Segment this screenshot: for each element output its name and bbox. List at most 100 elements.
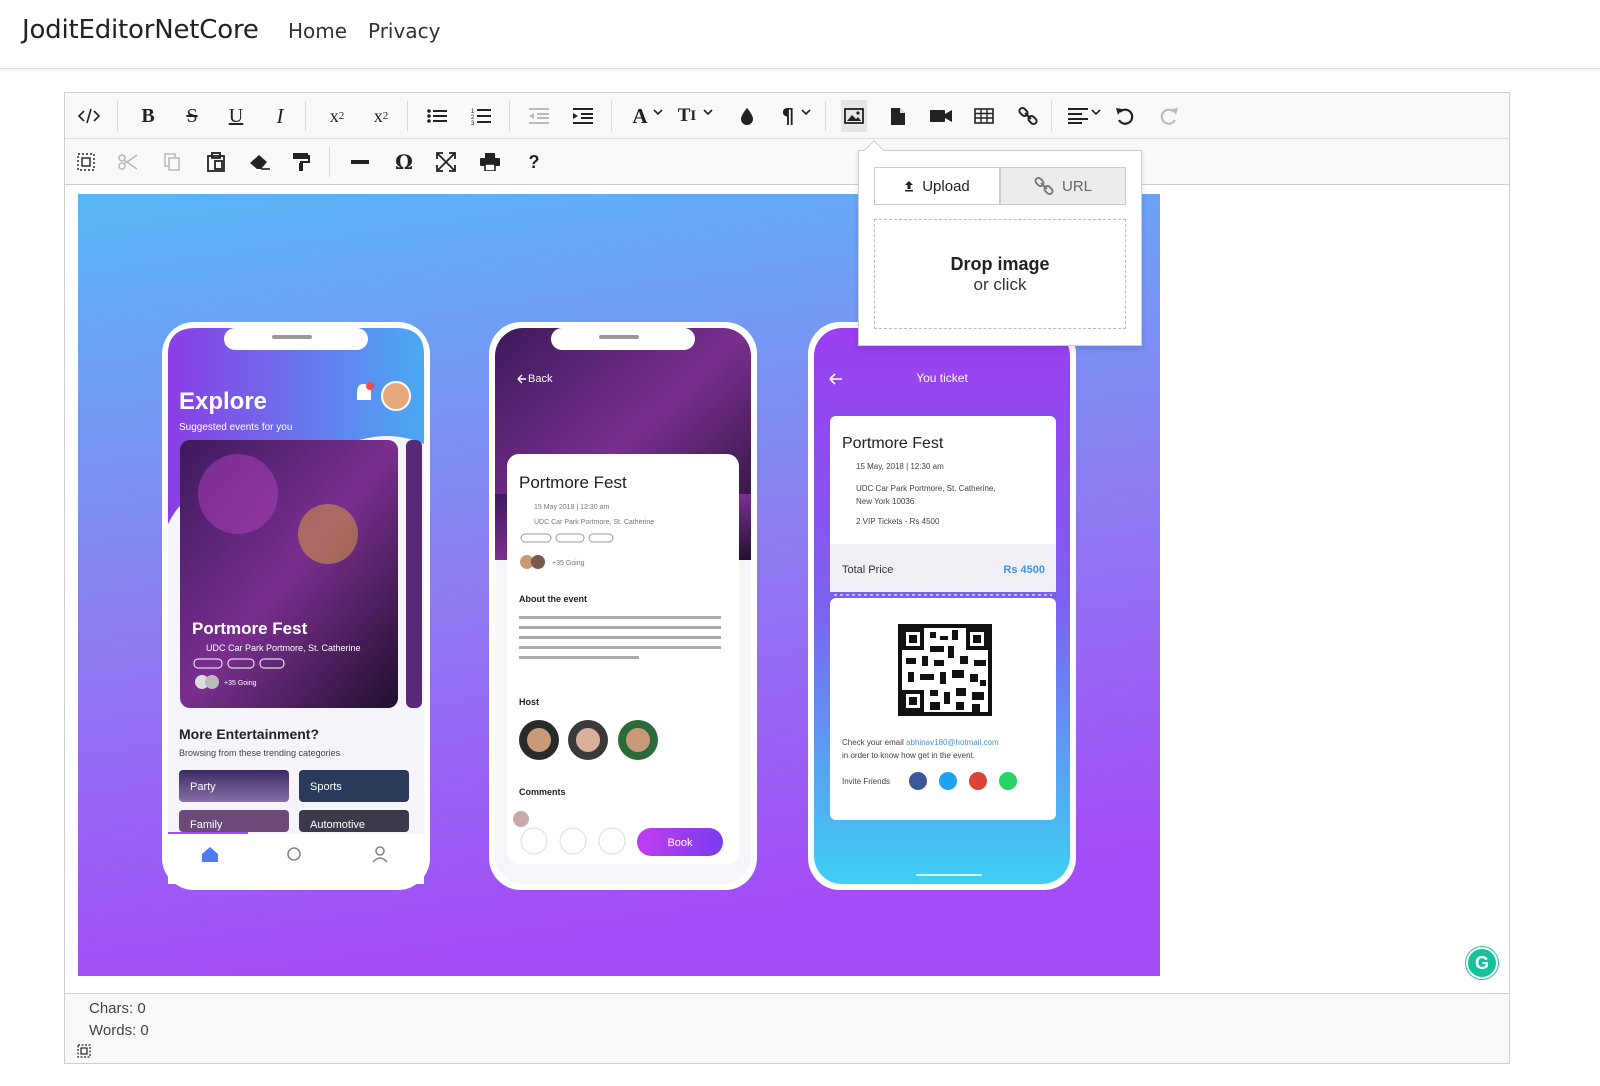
upload-icon [905,181,914,192]
image-insert-popup: Upload URL Drop image or click [858,140,1142,346]
chevron-down-icon[interactable] [653,107,663,117]
words-counter: Words: 0 [89,1022,149,1039]
outdent-icon[interactable] [527,100,551,132]
phone2-date: 15 May 2018 | 12:30 am [534,504,610,511]
brush-icon[interactable] [737,100,757,132]
chars-counter: Chars: 0 [89,1000,146,1017]
paste-icon[interactable] [205,146,227,178]
redo-icon[interactable] [1157,100,1181,132]
phone-ticket: You ticket Portmore Fest 15 May, 2018 | … [808,322,1076,890]
editor-statusbar: Chars: 0 Words: 0 [65,993,1509,1063]
top-navbar: JoditEditorNetCore Home Privacy [0,0,1600,69]
tab-upload[interactable]: Upload [874,167,1000,205]
phone3-address2: New York 10036 [856,497,915,506]
paragraph-icon[interactable]: ¶ [777,100,799,132]
category-automotive: Automotive [310,819,365,831]
facebook-icon [909,772,927,790]
video-icon[interactable] [929,100,953,132]
ordered-list-icon[interactable]: 123 [469,100,493,132]
font-size-icon[interactable]: TI [673,100,701,132]
category-party: Party [190,781,216,793]
nav-home-link[interactable]: Home [288,19,347,43]
phone2-going: +35 Going [552,560,585,567]
chevron-down-icon[interactable] [1091,107,1101,117]
category-sports: Sports [310,781,342,793]
phone1-section: More Entertainment? [179,726,319,742]
select-all-icon[interactable] [75,146,97,178]
phone2-host: Host [519,697,539,707]
tab-url-label: URL [1061,177,1092,195]
unordered-list-icon[interactable] [425,100,449,132]
bold-icon[interactable]: B [135,100,161,132]
phone3-invite: Invite Friends [842,777,890,786]
tab-upload-label: Upload [922,177,970,195]
phone2-event: Portmore Fest [519,473,627,492]
qr-code [898,624,992,716]
phone3-date: 15 May, 2018 | 12:30 am [856,462,944,471]
tab-url[interactable]: URL [1000,167,1126,205]
phone3-total-label: Total Price [842,564,893,576]
editor-content[interactable]: Explore Suggested events for you Portmor… [65,185,1509,985]
source-icon[interactable] [75,100,103,132]
link-icon[interactable] [1017,100,1039,132]
fullsize-icon[interactable] [435,146,457,178]
phone3-email-text: Check your email abhinav180@hotmail.com [842,738,999,747]
phone3-event: Portmore Fest [842,435,944,452]
underline-icon[interactable]: U [223,100,249,132]
superscript-icon[interactable]: x2 [323,100,351,132]
font-icon[interactable]: A [627,100,653,132]
phone2-back: Back [528,373,553,385]
image-dropzone[interactable]: Drop image or click [874,219,1126,329]
brand-link[interactable]: JoditEditorNetCore [22,15,259,45]
nav-privacy-link[interactable]: Privacy [368,19,440,43]
phone2-about: About the event [519,594,587,604]
phone1-title: Explore [179,388,267,415]
select-all-icon[interactable] [77,1044,91,1058]
horizontal-rule-icon[interactable] [349,146,371,178]
phone2-comments: Comments [519,787,566,797]
italic-icon[interactable]: I [267,100,293,132]
chevron-down-icon[interactable] [801,107,811,117]
align-icon[interactable] [1067,100,1089,132]
chevron-down-icon[interactable] [703,107,713,117]
print-icon[interactable] [479,146,501,178]
drop-subtitle: or click [973,275,1027,294]
phone2-book-button: Book [667,837,693,849]
about-icon[interactable]: ? [523,146,545,178]
eraser-icon[interactable] [249,146,271,178]
copy-icon[interactable] [161,146,183,178]
undo-icon[interactable] [1113,100,1137,132]
phone3-header: You ticket [916,371,968,385]
subscript-icon[interactable]: x2 [367,100,395,132]
phone1-location: UDC Car Park Portmore, St. Catherine [206,643,361,653]
copy-format-icon[interactable] [291,146,313,178]
google-plus-icon [969,772,987,790]
image-icon[interactable] [841,100,867,132]
cut-icon[interactable] [117,146,139,178]
phone3-tickets: 2 VIP Tickets - Rs 4500 [856,517,940,526]
whatsapp-icon [999,772,1017,790]
editor-toolbar: B S U I x2 x2 123 A TI ¶ Ω ? [65,93,1509,185]
phone1-going: +35 Going [224,680,257,687]
jodit-editor: B S U I x2 x2 123 A TI ¶ Ω ? Explore Sug… [64,92,1510,1064]
indent-icon[interactable] [571,100,595,132]
phone3-total-value: Rs 4500 [1003,564,1045,576]
table-icon[interactable] [973,100,995,132]
file-icon[interactable] [887,100,909,132]
phone-explore: Explore Suggested events for you Portmor… [162,322,430,890]
drop-title: Drop image [950,254,1050,274]
phone-event-detail: Back Portmore Fest 15 May 2018 | 12:30 a… [489,322,757,890]
phone1-event: Portmore Fest [192,619,308,638]
phone1-subtitle: Suggested events for you [179,422,292,433]
twitter-icon [939,772,957,790]
phone1-section-sub: Browsing from these trending categories [179,748,341,758]
phone3-address1: UDC Car Park Portmore, St. Catherine, [856,484,996,493]
category-family: Family [190,819,223,831]
phone3-email-post: in order to know how get in the event. [842,751,975,760]
phone2-location: UDC Car Park Portmore, St. Catherine [534,519,654,526]
svg-text:3: 3 [471,121,475,125]
symbol-icon[interactable]: Ω [393,146,415,178]
strikethrough-icon[interactable]: S [179,100,205,132]
grammarly-icon[interactable]: G [1466,947,1498,979]
link-icon [1034,177,1054,195]
